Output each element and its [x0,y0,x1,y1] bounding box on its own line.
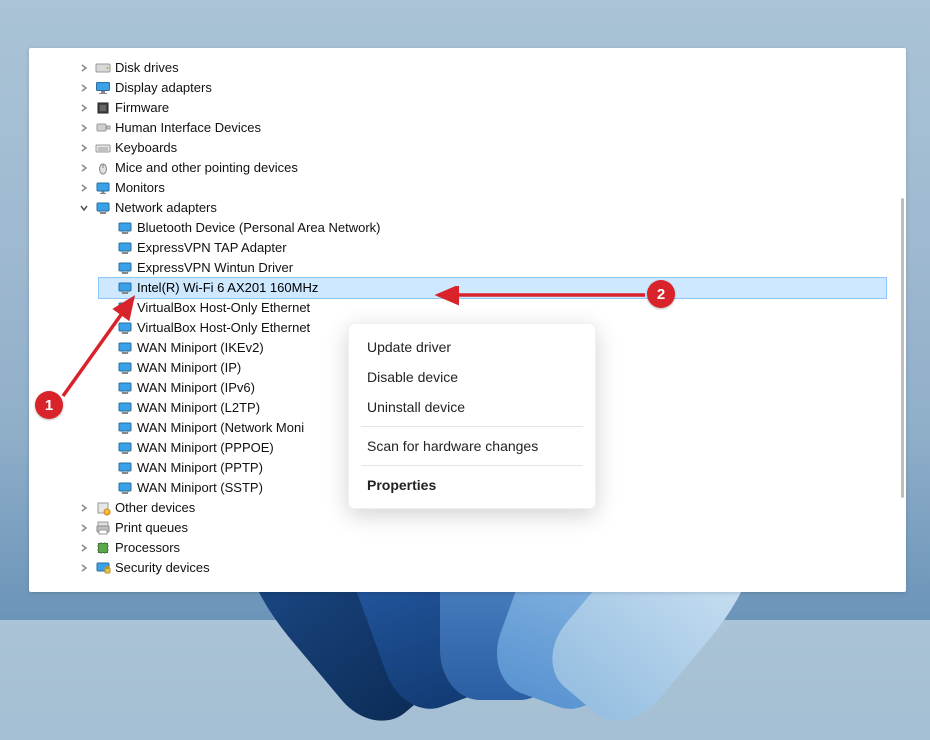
chip-icon [95,540,111,556]
keyboard-icon [95,140,111,156]
network-icon [117,260,133,276]
category-keyboards[interactable]: Keyboards [77,138,886,158]
category-disk-drives[interactable]: Disk drives [77,58,886,78]
category-label: Display adapters [115,78,212,98]
category-network[interactable]: Network adapters [77,198,886,218]
chevron-right-icon[interactable] [77,81,91,95]
device-item[interactable]: Bluetooth Device (Personal Area Network) [99,218,886,238]
category-label: Disk drives [115,58,179,78]
category-display-adapters[interactable]: Display adapters [77,78,886,98]
device-label: Bluetooth Device (Personal Area Network) [137,218,381,238]
device-label: ExpressVPN Wintun Driver [137,258,293,278]
annotation-marker-2: 2 [647,280,675,308]
mouse-icon [95,160,111,176]
device-label: VirtualBox Host-Only Ethernet [137,298,310,318]
monitor-icon [95,180,111,196]
device-label: WAN Miniport (PPTP) [137,458,263,478]
network-icon [117,300,133,316]
device-label: Intel(R) Wi-Fi 6 AX201 160MHz [137,278,318,298]
chevron-right-icon[interactable] [77,181,91,195]
device-label: WAN Miniport (L2TP) [137,398,260,418]
device-label: WAN Miniport (Network Moni [137,418,304,438]
device-label: ExpressVPN TAP Adapter [137,238,287,258]
network-icon [117,340,133,356]
hid-icon [95,120,111,136]
context-menu: Update driverDisable deviceUninstall dev… [348,323,596,509]
context-menu-item[interactable]: Scan for hardware changes [351,431,593,461]
category-label: Processors [115,538,180,558]
context-menu-separator [361,465,583,466]
stage: Disk drivesDisplay adaptersFirmwareHuman… [0,0,930,620]
device-label: VirtualBox Host-Only Ethernet [137,318,310,338]
category-monitors[interactable]: Monitors [77,178,886,198]
category-processors[interactable]: Processors [77,538,886,558]
category-label: Mice and other pointing devices [115,158,298,178]
chevron-right-icon[interactable] [77,561,91,575]
category-firmware[interactable]: Firmware [77,98,886,118]
context-menu-item[interactable]: Disable device [351,362,593,392]
network-icon [117,240,133,256]
category-label: Monitors [115,178,165,198]
chevron-right-icon[interactable] [77,161,91,175]
category-label: Print queues [115,518,188,538]
category-hid[interactable]: Human Interface Devices [77,118,886,138]
context-menu-item[interactable]: Uninstall device [351,392,593,422]
svg-text:!: ! [106,510,107,516]
chevron-right-icon[interactable] [77,141,91,155]
scrollbar-vertical[interactable] [901,198,904,498]
other-icon: ! [95,500,111,516]
chevron-right-icon[interactable] [77,61,91,75]
category-label: Firmware [115,98,169,118]
context-menu-item[interactable]: Update driver [351,332,593,362]
chevron-right-icon[interactable] [77,541,91,555]
annotation-marker-1-text: 1 [45,397,53,414]
device-label: WAN Miniport (SSTP) [137,478,263,498]
category-label: Other devices [115,498,195,518]
device-label: WAN Miniport (IPv6) [137,378,255,398]
device-label: WAN Miniport (PPPOE) [137,438,274,458]
network-icon [117,400,133,416]
network-icon [117,420,133,436]
device-manager-window: Disk drivesDisplay adaptersFirmwareHuman… [29,48,906,592]
device-item[interactable]: ExpressVPN TAP Adapter [99,238,886,258]
device-label: WAN Miniport (IP) [137,358,241,378]
device-item-selected[interactable]: Intel(R) Wi-Fi 6 AX201 160MHz [99,278,886,298]
category-label: Human Interface Devices [115,118,261,138]
category-label: Keyboards [115,138,177,158]
annotation-marker-2-text: 2 [657,286,665,303]
chip-dark-icon [95,100,111,116]
network-icon [117,380,133,396]
chevron-right-icon[interactable] [77,501,91,515]
device-label: WAN Miniport (IKEv2) [137,338,264,358]
network-icon [95,200,111,216]
device-item[interactable]: ExpressVPN Wintun Driver [99,258,886,278]
network-icon [117,360,133,376]
context-menu-item[interactable]: Properties [351,470,593,500]
printer-icon [95,520,111,536]
chevron-right-icon[interactable] [77,101,91,115]
category-print-queues[interactable]: Print queues [77,518,886,538]
annotation-marker-1: 1 [35,391,63,419]
network-icon [117,280,133,296]
drive-icon [95,60,111,76]
category-label: Network adapters [115,198,217,218]
chevron-down-icon[interactable] [77,201,91,215]
category-security[interactable]: Security devices [77,558,886,578]
network-icon [117,220,133,236]
device-item[interactable]: VirtualBox Host-Only Ethernet [99,298,886,318]
network-icon [117,480,133,496]
network-icon [117,460,133,476]
security-icon [95,560,111,576]
network-icon [117,320,133,336]
display-icon [95,80,111,96]
chevron-right-icon[interactable] [77,121,91,135]
network-icon [117,440,133,456]
context-menu-separator [361,426,583,427]
category-label: Security devices [115,558,210,578]
category-mice[interactable]: Mice and other pointing devices [77,158,886,178]
chevron-right-icon[interactable] [77,521,91,535]
